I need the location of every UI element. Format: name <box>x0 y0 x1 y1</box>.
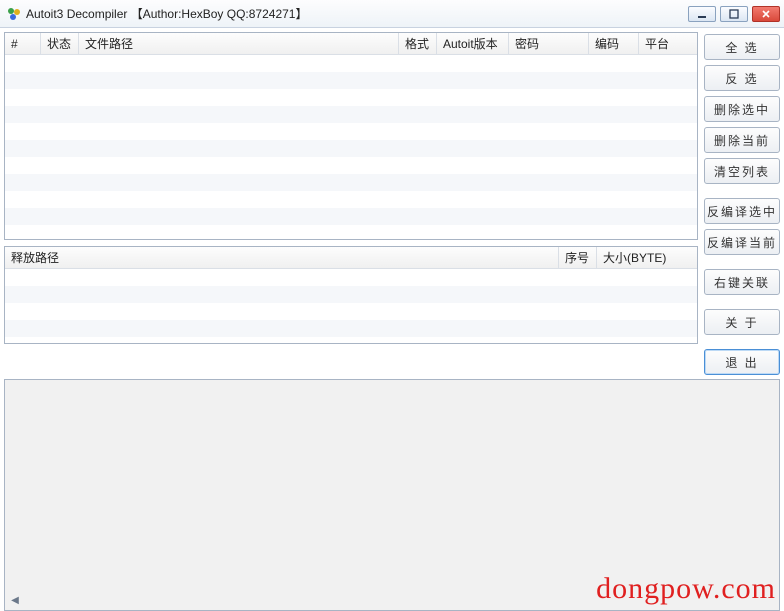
clear-list-button[interactable]: 清空列表 <box>704 158 780 184</box>
table-row <box>5 157 697 174</box>
table-row <box>5 106 697 123</box>
col-size-byte[interactable]: 大小(BYTE) <box>597 247 697 268</box>
col-autoit-version[interactable]: Autoit版本 <box>437 33 509 54</box>
about-button[interactable]: 关 于 <box>704 309 780 335</box>
release-listview-header: 释放路径 序号 大小(BYTE) <box>5 247 697 269</box>
table-row <box>5 72 697 89</box>
window-title: Autoit3 Decompiler 【Author:HexBoy QQ:872… <box>26 5 688 22</box>
file-listview-header: # 状态 文件路径 格式 Autoit版本 密码 编码 平台 <box>5 33 697 55</box>
minimize-button[interactable] <box>688 6 716 22</box>
col-platform[interactable]: 平台 <box>639 33 697 54</box>
workarea: # 状态 文件路径 格式 Autoit版本 密码 编码 平台 <box>0 28 784 379</box>
col-password[interactable]: 密码 <box>509 33 589 54</box>
rclick-assoc-button[interactable]: 右键关联 <box>704 269 780 295</box>
output-panel[interactable]: ◀ <box>4 379 780 611</box>
select-all-button[interactable]: 全 选 <box>704 34 780 60</box>
table-row <box>5 89 697 106</box>
table-row <box>5 303 697 320</box>
table-row <box>5 174 697 191</box>
release-listview[interactable]: 释放路径 序号 大小(BYTE) <box>4 246 698 344</box>
col-format[interactable]: 格式 <box>399 33 437 54</box>
col-encoding[interactable]: 编码 <box>589 33 639 54</box>
window-controls <box>688 6 780 22</box>
app-icon <box>6 6 22 22</box>
table-row <box>5 55 697 72</box>
table-row <box>5 208 697 225</box>
table-row <box>5 320 697 337</box>
col-seq[interactable]: 序号 <box>559 247 597 268</box>
right-column: 全 选 反 选 删除选中 删除当前 清空列表 反编译选中 反编译当前 右键关联 … <box>704 32 780 375</box>
titlebar: Autoit3 Decompiler 【Author:HexBoy QQ:872… <box>0 0 784 28</box>
decompile-selected-button[interactable]: 反编译选中 <box>704 198 780 224</box>
scroll-left-icon[interactable]: ◀ <box>8 593 22 607</box>
decompile-current-button[interactable]: 反编译当前 <box>704 229 780 255</box>
table-row <box>5 269 697 286</box>
maximize-button[interactable] <box>720 6 748 22</box>
close-button[interactable] <box>752 6 780 22</box>
table-row <box>5 140 697 157</box>
col-status[interactable]: 状态 <box>41 33 79 54</box>
file-listview-body[interactable] <box>5 55 697 225</box>
table-row <box>5 286 697 303</box>
table-row <box>5 191 697 208</box>
exit-button[interactable]: 退 出 <box>704 349 780 375</box>
col-release-path[interactable]: 释放路径 <box>5 247 559 268</box>
col-filepath[interactable]: 文件路径 <box>79 33 399 54</box>
invert-select-button[interactable]: 反 选 <box>704 65 780 91</box>
release-listview-body[interactable] <box>5 269 697 337</box>
table-row <box>5 123 697 140</box>
col-num[interactable]: # <box>5 33 41 54</box>
delete-current-button[interactable]: 删除当前 <box>704 127 780 153</box>
file-listview[interactable]: # 状态 文件路径 格式 Autoit版本 密码 编码 平台 <box>4 32 698 240</box>
left-column: # 状态 文件路径 格式 Autoit版本 密码 编码 平台 <box>4 32 698 375</box>
delete-selected-button[interactable]: 删除选中 <box>704 96 780 122</box>
